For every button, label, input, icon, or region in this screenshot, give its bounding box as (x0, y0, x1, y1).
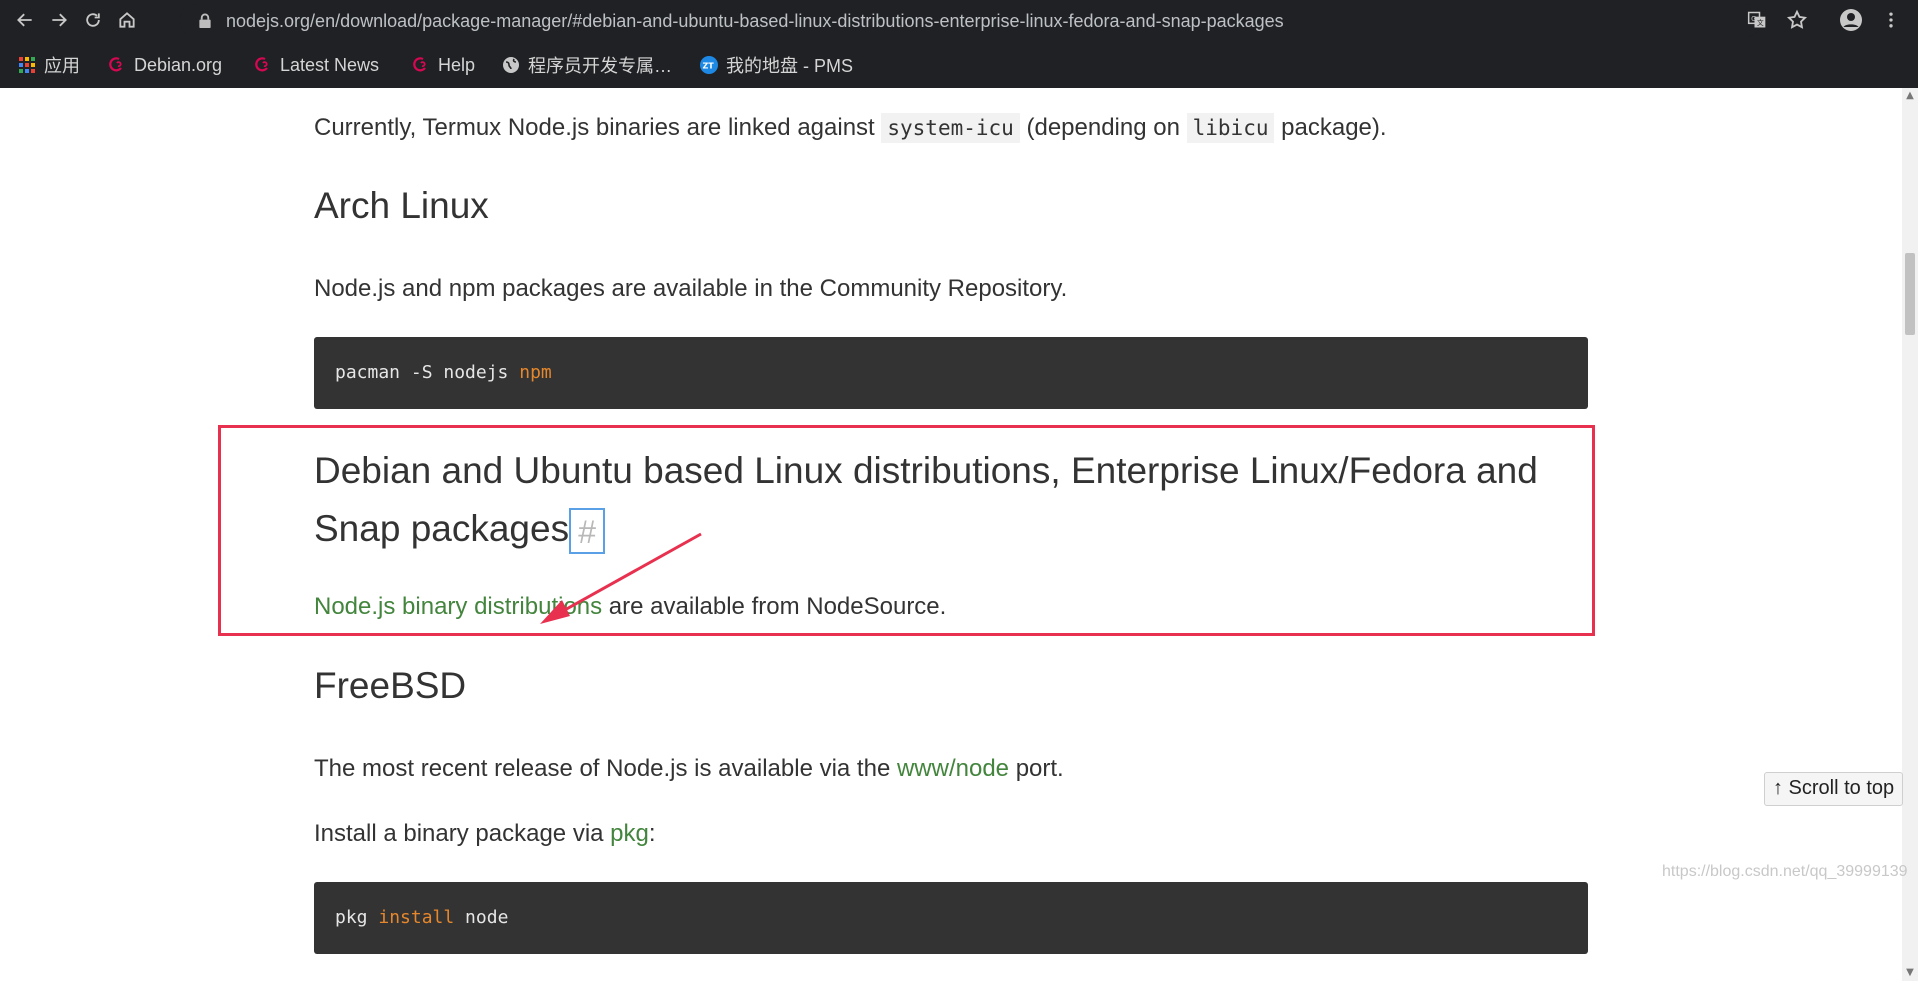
home-button[interactable] (114, 7, 140, 33)
scroll-down-arrow-icon[interactable]: ▼ (1902, 965, 1918, 981)
code-text: pacman -S nodejs npm (335, 362, 552, 383)
translate-icon: G文 (1747, 11, 1766, 28)
debian-swirl-icon (413, 57, 426, 72)
lock-icon (199, 13, 211, 28)
bookmark-help[interactable]: Help (412, 53, 475, 77)
url-text: nodejs.org/en/download/package-manager/#… (226, 11, 1284, 31)
arch-paragraph: Node.js and npm packages are available i… (314, 275, 1068, 302)
bookmarks-bar: 应用 Debian.org Latest News Help 程序员开发专属… … (0, 41, 1918, 88)
bookmark-pms[interactable]: ZT 我的地盘 - PMS (700, 53, 853, 77)
heading-arch-linux: Arch Linux (314, 185, 489, 226)
forward-button[interactable] (46, 7, 72, 33)
code-block-pacman: pacman -S nodejs npm (314, 337, 1588, 409)
zt-logo-icon: ZT (700, 56, 718, 74)
bookmark-programmer-dev[interactable]: 程序员开发专属… (502, 53, 672, 77)
bookmark-label: 应用 (44, 56, 80, 76)
reload-icon (86, 13, 100, 27)
termux-paragraph: Currently, Termux Node.js binaries are l… (314, 113, 1387, 143)
scroll-up-arrow-icon[interactable]: ▲ (1902, 88, 1918, 104)
bookmark-debian-org[interactable]: Debian.org (108, 53, 222, 77)
page-viewport: Currently, Termux Node.js binaries are l… (0, 88, 1902, 981)
svg-text:文: 文 (1757, 18, 1764, 27)
back-button[interactable] (12, 7, 38, 33)
globe-icon (503, 57, 519, 73)
code-text: pkg install node (335, 907, 509, 928)
browser-toolbar: nodejs.org/en/download/package-manager/#… (0, 0, 1918, 41)
reload-button[interactable] (80, 7, 106, 33)
bookmark-label: Help (438, 54, 476, 75)
watermark-text: https://blog.csdn.net/qq_39999139 (1662, 863, 1908, 880)
code-block-pkg: pkg install node (314, 882, 1588, 954)
scroll-to-top-button[interactable]: ↑ Scroll to top (1764, 772, 1904, 806)
apps-grid-icon (19, 57, 35, 73)
svg-text:ZT: ZT (703, 62, 715, 71)
account-circle-icon (1840, 9, 1862, 31)
scrollbar-thumb[interactable] (1905, 253, 1915, 335)
red-highlight-annotation (218, 425, 1595, 636)
menu-button[interactable] (1878, 7, 1904, 33)
svg-text:G: G (1751, 15, 1756, 23)
bookmark-label: Latest News (280, 54, 380, 75)
debian-swirl-icon (255, 57, 268, 72)
bookmark-label: Debian.org (134, 54, 223, 75)
arrow-left-icon (17, 13, 32, 27)
inline-code-libicu: libicu (1186, 113, 1275, 143)
home-icon (119, 12, 135, 28)
freebsd-paragraph: The most recent release of Node.js is av… (314, 755, 1064, 782)
bookmark-apps[interactable]: 应用 (18, 53, 80, 77)
browser-chrome: nodejs.org/en/download/package-manager/#… (0, 0, 1918, 88)
star-icon (1786, 9, 1808, 29)
translate-button[interactable]: G文 (1744, 7, 1770, 33)
address-bar[interactable]: nodejs.org/en/download/package-manager/#… (180, 4, 1762, 37)
red-arrow-annotation (540, 532, 702, 624)
arrow-right-icon (52, 13, 67, 27)
vertical-scrollbar[interactable]: ▲ ▼ (1902, 88, 1918, 981)
heading-freebsd: FreeBSD (314, 665, 467, 706)
bookmark-label: 程序员开发专属… (528, 56, 672, 76)
bookmark-label: 我的地盘 - PMS (726, 56, 854, 76)
bookmark-star-button[interactable] (1784, 7, 1810, 33)
profile-button[interactable] (1838, 7, 1864, 33)
install-paragraph: Install a binary package via pkg: (314, 820, 656, 847)
bookmark-latest-news[interactable]: Latest News (254, 53, 379, 77)
more-vert-icon (1889, 12, 1893, 28)
pkg-link[interactable]: pkg (610, 820, 649, 847)
debian-swirl-icon (109, 57, 122, 72)
www-node-link[interactable]: www/node (897, 755, 1009, 782)
inline-code-system-icu: system-icu (881, 113, 1020, 143)
